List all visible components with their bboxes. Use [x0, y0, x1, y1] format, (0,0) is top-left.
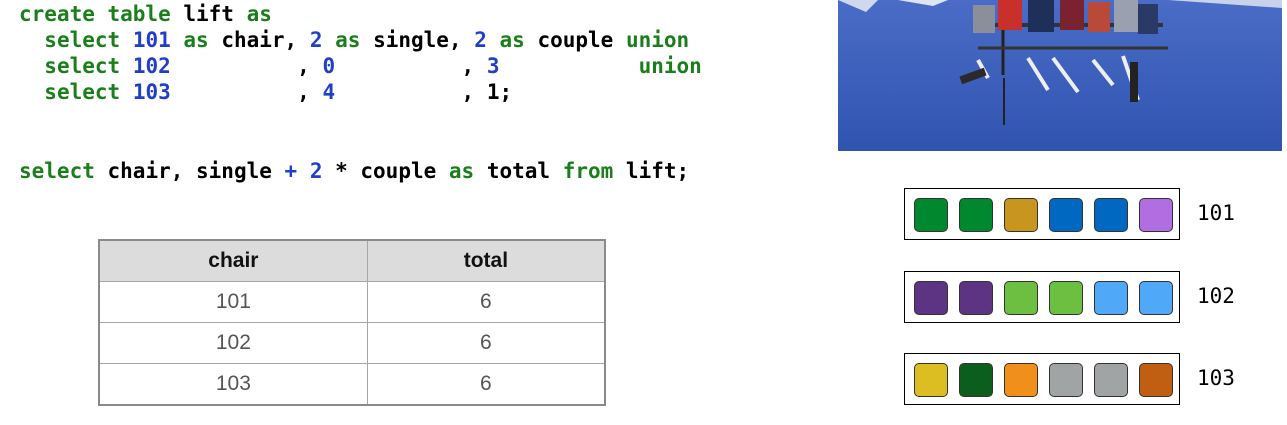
- code-token: as: [448, 159, 487, 183]
- table-cell-total: 6: [366, 281, 606, 323]
- chair-101: [904, 188, 1180, 240]
- seat-icon: [959, 363, 993, 397]
- seat-icon: [1004, 198, 1038, 232]
- seat-icon: [1049, 281, 1083, 315]
- code-token: ,: [170, 54, 323, 78]
- seat-icon: [1004, 281, 1038, 315]
- code-token: union: [625, 28, 690, 52]
- seat-icon: [1094, 363, 1128, 397]
- code-token: 2: [474, 28, 500, 52]
- code-token: 103: [132, 80, 171, 104]
- chair-103: [904, 353, 1180, 405]
- code-token: 102: [132, 54, 171, 78]
- code-token: lift;: [625, 159, 690, 183]
- seat-icon: [1049, 363, 1083, 397]
- result-table: chair total 101 6 102 6 103 6: [98, 239, 606, 406]
- code-token: create table: [19, 2, 184, 26]
- code-token: 1;: [486, 80, 513, 104]
- seat-icon: [959, 198, 993, 232]
- seat-icon: [914, 363, 948, 397]
- seat-icon: [1139, 281, 1173, 315]
- seat-icon: [1094, 281, 1128, 315]
- code-token: union: [638, 54, 702, 78]
- code-token: as: [335, 28, 374, 52]
- code-token: as: [183, 28, 222, 52]
- code-token: select: [44, 28, 133, 52]
- code-token: 101: [132, 28, 184, 52]
- seat-icon: [1139, 363, 1173, 397]
- code-token: from: [562, 159, 626, 183]
- code-token: select: [44, 54, 133, 78]
- column-header-chair: chair: [98, 239, 368, 282]
- code-token: single,: [373, 28, 475, 52]
- table-header-row: chair total: [98, 239, 606, 282]
- chair-label: 101: [1197, 201, 1235, 225]
- table-cell-total: 6: [366, 363, 606, 406]
- code-token: ,: [335, 80, 487, 104]
- code-token: couple: [537, 28, 626, 52]
- code-token: 0: [322, 54, 336, 78]
- column-header-total: total: [366, 239, 606, 282]
- table-row: 101 6: [98, 281, 606, 323]
- code-token: + 2: [284, 159, 336, 183]
- chair-102: [904, 271, 1180, 323]
- seat-icon: [1049, 198, 1083, 232]
- code-token: * couple: [335, 159, 449, 183]
- code-token: lift: [183, 2, 247, 26]
- code-token: ,: [170, 80, 323, 104]
- seat-icon: [1094, 198, 1128, 232]
- code-token: select: [44, 80, 133, 104]
- seat-icon: [914, 281, 948, 315]
- code-token: chair,: [221, 28, 310, 52]
- table-cell-total: 6: [366, 322, 606, 364]
- code-token: chair, single: [107, 159, 285, 183]
- table-row: 102 6: [98, 322, 606, 364]
- ski-lift-photo: [838, 0, 1282, 151]
- seat-icon: [959, 281, 993, 315]
- chair-label: 103: [1197, 366, 1235, 390]
- code-token: as: [246, 2, 272, 26]
- code-token: ,: [335, 54, 487, 78]
- seat-icon: [914, 198, 948, 232]
- table-cell-chair: 102: [98, 322, 368, 364]
- code-token: total: [486, 159, 563, 183]
- seat-icon: [1139, 198, 1173, 232]
- table-cell-chair: 103: [98, 363, 368, 406]
- code-token: select: [19, 159, 108, 183]
- table-cell-chair: 101: [98, 281, 368, 323]
- code-token: 2: [309, 28, 336, 52]
- chair-label: 102: [1197, 284, 1235, 308]
- table-row: 103 6: [98, 363, 606, 406]
- code-token: 4: [322, 80, 336, 104]
- select-query-code: select chair, single + 2 * couple as tot…: [19, 158, 689, 184]
- code-token: as: [499, 28, 538, 52]
- seat-icon: [1004, 363, 1038, 397]
- code-token: 3: [486, 54, 500, 78]
- create-table-code: create table lift as select 101 as chair…: [19, 1, 702, 105]
